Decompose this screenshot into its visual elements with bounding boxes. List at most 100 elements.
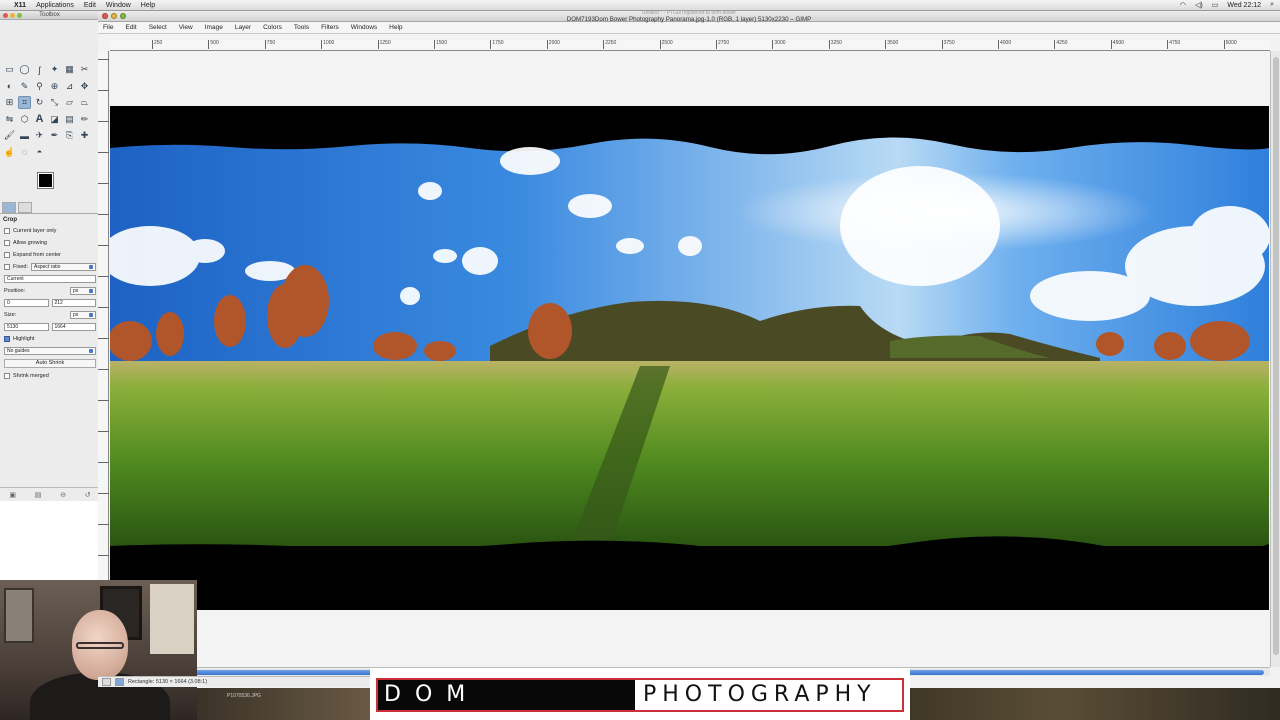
ink-icon[interactable]: ✒ — [48, 129, 61, 142]
menu-view[interactable]: View — [179, 24, 193, 31]
foreground-color[interactable] — [37, 172, 54, 189]
paintbrush-icon[interactable]: 🖌 — [3, 129, 16, 142]
rect-select-icon[interactable]: ▭ — [3, 63, 16, 76]
shrink-merged-checkbox[interactable] — [4, 373, 10, 379]
size-unit-combo[interactable]: px — [70, 311, 96, 319]
size-fields-row: 5130 1664 — [0, 321, 100, 333]
move-icon[interactable]: ✥ — [78, 80, 91, 93]
foreground-select-icon[interactable]: ◐ — [3, 80, 16, 93]
airbrush-icon[interactable]: ✈ — [33, 129, 46, 142]
menu-filters[interactable]: Filters — [321, 24, 339, 31]
tab-tool-options[interactable] — [2, 202, 16, 213]
vertical-ruler[interactable] — [98, 51, 109, 667]
perspective-icon[interactable]: ⏢ — [78, 96, 91, 109]
close-icon[interactable] — [3, 13, 8, 18]
measure-icon[interactable]: ⊿ — [63, 80, 76, 93]
minimize-icon[interactable] — [10, 13, 15, 18]
fuzzy-select-icon[interactable]: ✦ — [48, 63, 61, 76]
highlight-checkbox[interactable] — [4, 336, 10, 342]
save-options-icon[interactable]: ▣ — [9, 491, 16, 499]
menu-colors[interactable]: Colors — [263, 24, 282, 31]
menu-edit[interactable]: Edit — [125, 24, 136, 31]
position-unit-combo[interactable]: px — [70, 287, 96, 295]
current-layer-only-checkbox[interactable] — [4, 228, 10, 234]
blend-icon[interactable]: ▤ — [63, 113, 76, 126]
align-icon[interactable]: ⊞ — [3, 96, 16, 109]
bucket-fill-icon[interactable]: ◪ — [48, 113, 61, 126]
smudge-icon[interactable]: ☝ — [3, 146, 16, 159]
wifi-icon[interactable]: ◠ — [1180, 1, 1186, 9]
image-titlebar[interactable]: Untitled * - PTGui registered to dom bow… — [98, 10, 1280, 23]
blur-icon[interactable]: ◌ — [18, 146, 31, 159]
heal-icon[interactable]: ✚ — [78, 129, 91, 142]
menu-select[interactable]: Select — [149, 24, 167, 31]
color-swatches[interactable] — [37, 172, 60, 195]
unit-combo[interactable] — [102, 678, 111, 686]
scissors-icon[interactable]: ✂ — [78, 63, 91, 76]
battery-icon[interactable]: ▭ — [1212, 1, 1219, 9]
zoom-tool-icon[interactable]: ⊕ — [48, 80, 61, 93]
menu-windows[interactable]: Windows — [351, 24, 377, 31]
eraser-icon[interactable]: ▬ — [18, 129, 31, 142]
highlight-row[interactable]: Highlight — [0, 333, 100, 345]
brand-banner: DOM BOWER PHOTOGRAPHY — [370, 668, 910, 720]
expand-from-center-checkbox[interactable] — [4, 252, 10, 258]
position-y-field[interactable]: 212 — [51, 299, 96, 307]
volume-icon[interactable]: ◁) — [1195, 1, 1203, 9]
dodge-burn-icon[interactable]: ◓ — [33, 146, 46, 159]
crop-icon[interactable]: ⌗ — [18, 96, 31, 109]
zoom-combo[interactable] — [115, 678, 124, 686]
menu-image[interactable]: Image — [205, 24, 223, 31]
vertical-scroll-thumb[interactable] — [1273, 57, 1279, 655]
menu-help[interactable]: Help — [389, 24, 402, 31]
aspect-field[interactable]: Current — [4, 275, 96, 283]
ellipse-select-icon[interactable]: ◯ — [18, 63, 31, 76]
toolbox-title: Toolbox — [39, 12, 60, 18]
current-layer-only-row[interactable]: Current layer only — [0, 225, 100, 237]
auto-shrink-button[interactable]: Auto Shrink — [4, 359, 96, 368]
menu-applications[interactable]: Applications — [36, 2, 74, 9]
vertical-scrollbar[interactable] — [1270, 51, 1280, 667]
delete-options-icon[interactable]: ⊖ — [60, 491, 66, 499]
clock[interactable]: Wed 22:12 — [1227, 2, 1261, 9]
flip-icon[interactable]: ⇋ — [3, 113, 16, 126]
position-x-field[interactable]: 0 — [4, 299, 49, 307]
spotlight-icon[interactable]: ⌕ — [1270, 1, 1274, 9]
zoom-icon[interactable] — [17, 13, 22, 18]
text-icon[interactable]: A — [33, 113, 46, 126]
restore-options-icon[interactable]: ▤ — [35, 491, 42, 499]
pencil-icon[interactable]: ✏ — [78, 113, 91, 126]
reset-options-icon[interactable]: ↺ — [85, 491, 91, 499]
size-h-field[interactable]: 1664 — [51, 323, 96, 331]
menu-edit[interactable]: Edit — [84, 2, 96, 9]
menu-tools[interactable]: Tools — [294, 24, 309, 31]
allow-growing-checkbox[interactable] — [4, 240, 10, 246]
horizontal-ruler[interactable]: 250 500 750 1000 1250 1500 1750 2000 2250 2500 275… — [110, 40, 1270, 51]
expand-from-center-row[interactable]: Expand from center — [0, 249, 100, 261]
color-picker-icon[interactable]: ⚲ — [33, 80, 46, 93]
paths-icon[interactable]: ✎ — [18, 80, 31, 93]
cage-icon[interactable]: ⬡ — [18, 113, 31, 126]
fixed-combo[interactable]: Aspect ratio — [30, 263, 96, 271]
menu-layer[interactable]: Layer — [235, 24, 251, 31]
size-w-field[interactable]: 5130 — [4, 323, 49, 331]
fixed-checkbox[interactable] — [4, 264, 10, 270]
free-select-icon[interactable]: ʃ — [33, 63, 46, 76]
rotate-icon[interactable]: ↻ — [33, 96, 46, 109]
clone-icon[interactable]: ⎘ — [63, 129, 76, 142]
menu-help[interactable]: Help — [141, 2, 155, 9]
panorama-image[interactable] — [110, 106, 1269, 610]
toolbox-titlebar[interactable]: Toolbox — [0, 11, 99, 20]
menu-file[interactable]: File — [103, 24, 113, 31]
allow-growing-row[interactable]: Allow growing — [0, 237, 100, 249]
shrink-merged-row[interactable]: Shrink merged — [0, 370, 100, 382]
guides-combo[interactable]: No guides — [4, 347, 96, 355]
menu-x11[interactable]: X11 — [14, 2, 26, 9]
image-canvas[interactable] — [110, 52, 1269, 667]
scale-icon[interactable]: ⤡ — [48, 96, 61, 109]
window-title: DOM7193Dom Bower Photography Panorama.jp… — [566, 16, 812, 23]
shear-icon[interactable]: ▱ — [63, 96, 76, 109]
menu-window[interactable]: Window — [106, 2, 131, 9]
tab-device-status[interactable] — [18, 202, 32, 213]
color-select-icon[interactable]: ▦ — [63, 63, 76, 76]
